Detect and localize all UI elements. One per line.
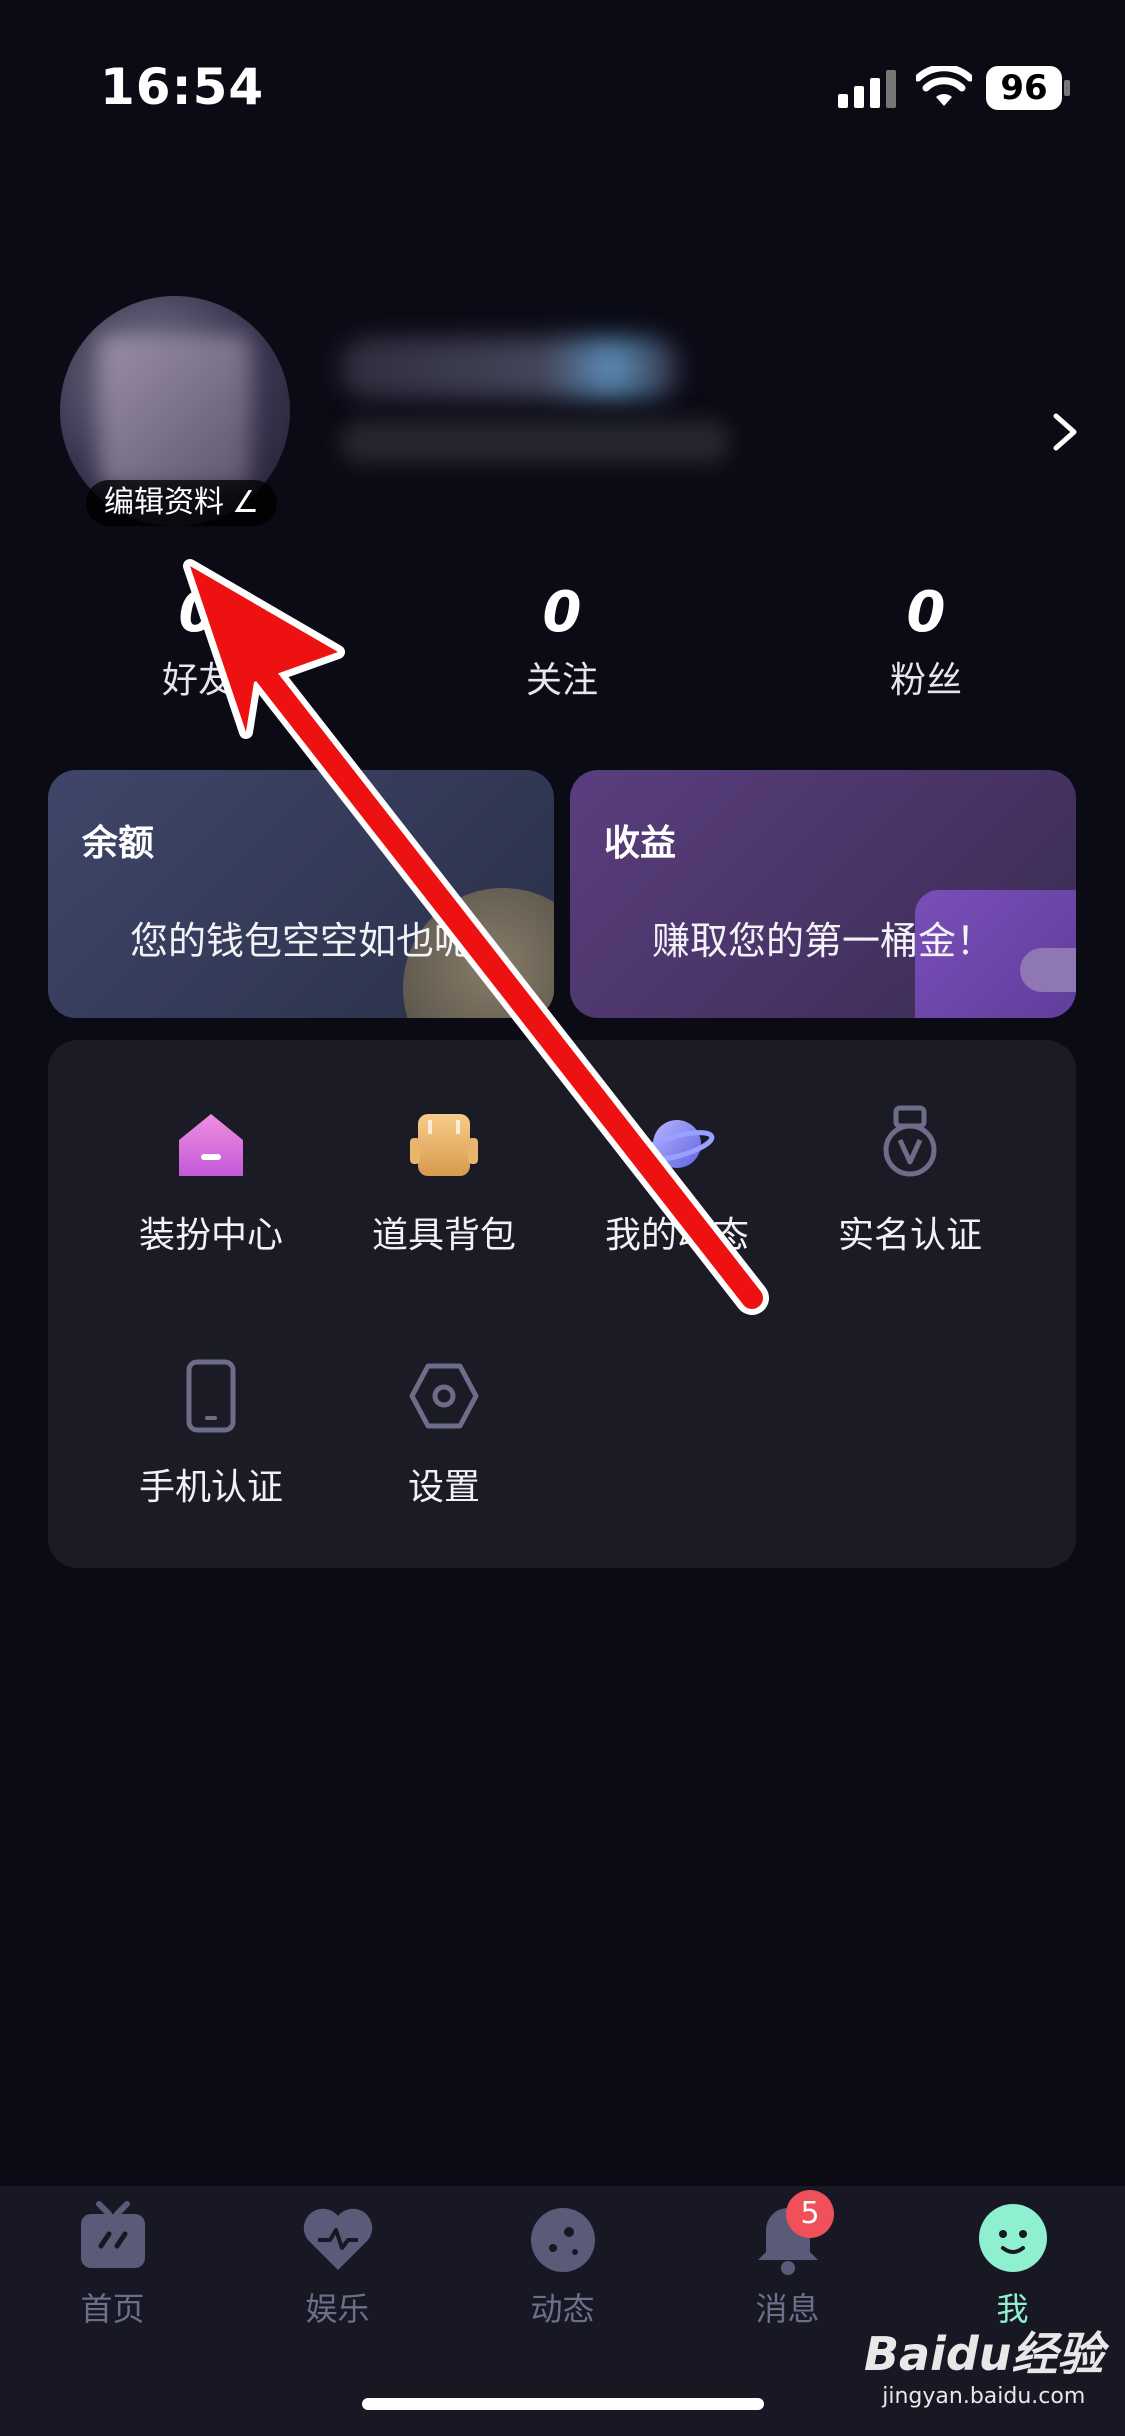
- wifi-icon: [916, 66, 972, 106]
- tab-home[interactable]: 首页: [0, 2198, 225, 2330]
- watermark: Baidu经验 jingyan.baidu.com: [864, 2318, 1104, 2409]
- hexagon-settings-icon: [409, 1363, 479, 1429]
- income-title: 收益: [604, 823, 677, 864]
- heart-pulse-icon: [303, 2208, 372, 2270]
- battery-level: 96: [986, 66, 1062, 110]
- tab-me[interactable]: 我: [900, 2198, 1125, 2330]
- menu-item-label: 手机认证: [138, 1467, 283, 1508]
- menu-item-backpack[interactable]: 道具背包: [327, 1104, 561, 1258]
- user-id-blurred: [340, 420, 730, 464]
- income-card[interactable]: 收益 赚取您的第一桶金！: [570, 770, 1076, 1018]
- messages-badge: 5: [786, 2190, 834, 2238]
- watermark-brand: Baidu经验: [864, 2327, 1104, 2381]
- menu-item-my-moments[interactable]: 我的动态: [560, 1104, 794, 1258]
- tab-label: 动态: [530, 2290, 595, 2328]
- balance-title: 余额: [82, 823, 155, 864]
- avatar-image: [100, 336, 250, 486]
- stat-following-label: 关注: [525, 660, 598, 701]
- edit-profile-button[interactable]: 编辑资料 ∠: [86, 480, 277, 526]
- menu-item-label: 道具背包: [371, 1215, 516, 1256]
- username-blurred: [340, 338, 680, 398]
- tv-icon: [80, 2201, 145, 2268]
- edit-profile-label: 编辑资料: [104, 485, 224, 520]
- backpack-icon: [410, 1114, 478, 1176]
- smile-face-icon: [978, 2204, 1047, 2272]
- stat-friends-label: 好友: [161, 660, 234, 701]
- menu-item-label: 装扮中心: [138, 1215, 283, 1256]
- home-indicator[interactable]: [362, 2398, 764, 2410]
- chevron-right-icon[interactable]: [1048, 410, 1084, 454]
- menu-item-label: 我的动态: [604, 1215, 749, 1256]
- stat-fans-label: 粉丝: [889, 660, 962, 701]
- stat-following-count: 0: [542, 580, 582, 645]
- status-time: 16:54: [100, 58, 265, 116]
- house-icon: [179, 1114, 243, 1176]
- balance-card[interactable]: 余额 您的钱包空空如也呢: [48, 770, 554, 1018]
- tab-label: 首页: [80, 2290, 145, 2328]
- income-desc: 赚取您的第一桶金！: [651, 919, 994, 963]
- cellular-signal-icon: [838, 70, 896, 108]
- planet-icon: [639, 1120, 715, 1168]
- menu-item-phone-verify[interactable]: 手机认证: [94, 1356, 328, 1510]
- stat-following[interactable]: 0 关注: [412, 580, 712, 703]
- medal-icon: [883, 1105, 937, 1177]
- tab-label: 娱乐: [305, 2290, 370, 2328]
- battery-icon: [1064, 80, 1070, 96]
- pen-icon: ∠: [232, 485, 259, 520]
- stat-friends[interactable]: 0 好友: [48, 580, 348, 703]
- stat-friends-count: 0: [178, 580, 218, 645]
- menu-item-label: 实名认证: [837, 1215, 982, 1256]
- tab-entertainment[interactable]: 娱乐: [225, 2198, 450, 2330]
- stat-fans[interactable]: 0 粉丝: [776, 580, 1076, 703]
- menu-item-settings[interactable]: 设置: [327, 1356, 561, 1510]
- balance-desc: 您的钱包空空如也呢: [129, 919, 472, 963]
- planet-face-icon: [530, 2208, 595, 2272]
- menu-item-label: 设置: [407, 1467, 480, 1508]
- stat-fans-count: 0: [906, 580, 946, 645]
- menu-item-realname[interactable]: 实名认证: [793, 1104, 1027, 1258]
- menu-item-dressup[interactable]: 装扮中心: [94, 1104, 328, 1258]
- tab-moments[interactable]: 动态: [450, 2198, 675, 2330]
- watermark-url: jingyan.baidu.com: [882, 2384, 1086, 2409]
- phone-icon: [186, 1359, 236, 1433]
